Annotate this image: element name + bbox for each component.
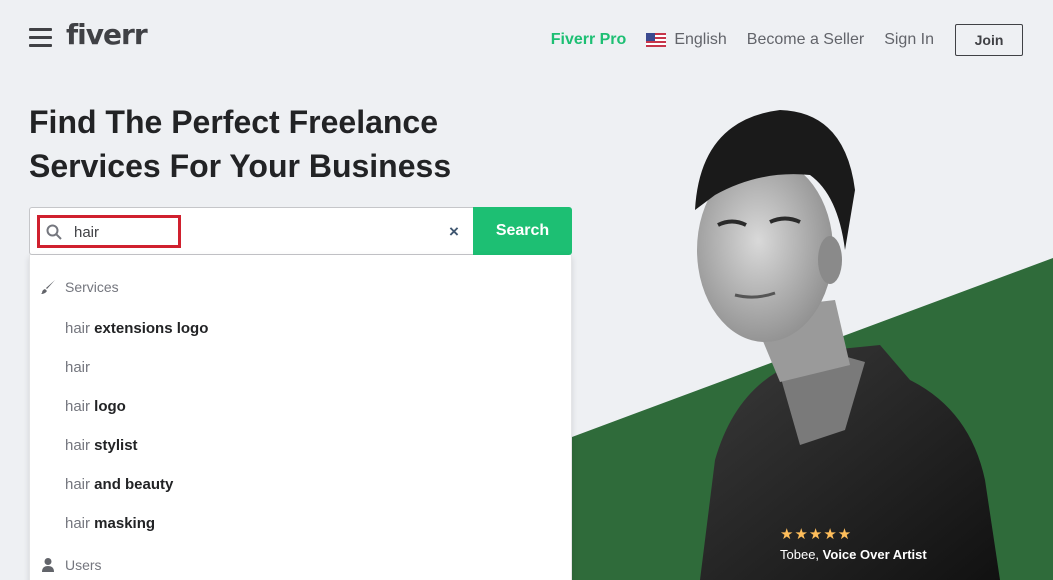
us-flag-icon [646,33,667,47]
suggestion-item[interactable]: hair stylist [65,437,138,454]
suggestion-query: hair [65,476,91,493]
suggestion-query: hair [65,320,91,337]
suggestion-completion: masking [90,515,156,532]
menu-hamburger-icon[interactable] [29,28,52,48]
fiverr-logo[interactable]: fiverr [66,18,148,51]
suggestion-item[interactable]: hair logo [65,398,126,415]
clear-search-icon[interactable]: × [449,223,459,241]
suggestion-completion: stylist [90,437,138,454]
freelancer-credit: Tobee, Voice Over Artist [780,547,927,562]
users-section-heading: Users [40,557,102,573]
suggestion-completion: extensions logo [90,320,209,337]
suggestion-query: hair [65,359,91,376]
search-button[interactable]: Search [473,207,572,255]
suggestion-query: hair [65,437,91,454]
suggestion-item[interactable]: hair [65,359,90,376]
suggestion-item[interactable]: hair and beauty [65,476,173,493]
rating-stars: ★★★★★ [780,526,853,543]
suggestion-query: hair [65,515,91,532]
user-icon [42,558,54,572]
top-nav: Fiverr Pro English Become a Seller Sign … [551,24,1023,56]
hero-caption: ★★★★★ Tobee, Voice Over Artist [780,526,927,563]
headline-line-2: Services For Your Business [29,148,452,184]
search-bar[interactable]: × [29,207,473,255]
users-heading-label: Users [65,557,102,573]
suggestion-item[interactable]: hair masking [65,515,155,532]
suggestion-query: hair [65,398,91,415]
search-icon [46,224,62,240]
language-selector[interactable]: English [646,31,727,49]
search-suggestions-dropdown: Services hair extensions logo hair hair … [29,255,572,580]
join-button[interactable]: Join [955,24,1023,56]
suggestion-item[interactable]: hair extensions logo [65,320,208,337]
hero-headline: Find The Perfect Freelance Services For … [29,100,489,188]
freelancer-name: Tobee, [780,547,820,562]
freelancer-role: Voice Over Artist [822,547,927,562]
suggestion-completion: logo [90,398,126,415]
hero-person-photo [695,110,1000,580]
brush-icon [41,280,55,294]
become-seller-link[interactable]: Become a Seller [747,31,864,49]
services-section-heading: Services [40,279,119,295]
headline-line-1: Find The Perfect Freelance [29,104,439,140]
fiverr-pro-link[interactable]: Fiverr Pro [551,31,627,49]
search-input[interactable] [74,220,434,244]
sign-in-link[interactable]: Sign In [884,31,934,49]
suggestion-completion: and beauty [90,476,174,493]
services-heading-label: Services [65,279,119,295]
language-label: English [674,31,727,48]
